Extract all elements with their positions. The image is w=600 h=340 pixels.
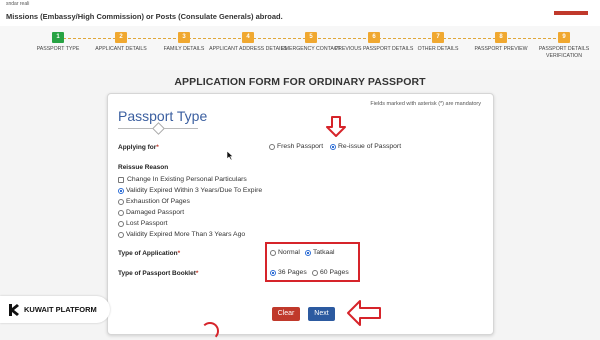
- step-number: 3: [178, 32, 190, 43]
- passport-type-card: Fields marked with asterisk (*) are mand…: [107, 93, 494, 340]
- radio-reason-3[interactable]: [118, 209, 124, 216]
- clear-button[interactable]: Clear: [272, 307, 300, 321]
- reason-label: Validity Expired More Than 3 Years Ago: [126, 231, 246, 238]
- radio-reason-2[interactable]: [118, 198, 124, 205]
- brand-name: KUWAIT PLATFORM: [24, 305, 97, 314]
- mouse-cursor-icon: [226, 150, 234, 161]
- divider-ornament-icon: [152, 122, 165, 135]
- brand-badge: KUWAIT PLATFORM: [0, 296, 110, 323]
- mandatory-note: Fields marked with asterisk (*) are mand…: [370, 101, 481, 107]
- reason-validity-within-3-years[interactable]: Validity Expired Within 3 Years/Due To E…: [118, 187, 262, 194]
- application-type-label: Type of Application*: [118, 250, 180, 257]
- step-passport-preview[interactable]: 8 PASSPORT PREVIEW: [461, 32, 541, 53]
- step-verification[interactable]: 9 PASSPORT DETAILS VERIFICATION: [531, 32, 597, 60]
- notice-accent: [554, 11, 588, 15]
- top-strip-text: sndar reali: [6, 1, 30, 7]
- reason-label: Exhaustion Of Pages: [126, 198, 190, 205]
- top-strip: sndar reali: [0, 0, 600, 9]
- reason-exhaustion-of-pages[interactable]: Exhaustion Of Pages: [118, 198, 190, 205]
- highlight-box: [265, 242, 360, 282]
- booklet-type-label: Type of Passport Booklet*: [118, 270, 198, 277]
- notice-text: Missions (Embassy/High Commission) or Po…: [6, 12, 283, 21]
- radio-reason-1[interactable]: [118, 187, 124, 194]
- form-title: APPLICATION FORM FOR ORDINARY PASSPORT: [174, 76, 426, 88]
- step-label: PASSPORT DETAILS VERIFICATION: [538, 46, 590, 59]
- fresh-passport-radio[interactable]: Fresh Passport: [269, 143, 323, 150]
- reason-label: Validity Expired Within 3 Years/Due To E…: [126, 187, 263, 194]
- step-number: 4: [242, 32, 254, 43]
- step-number: 9: [558, 32, 570, 43]
- reason-label: Damaged Passport: [126, 209, 185, 216]
- required-asterisk: *: [177, 250, 181, 257]
- radio-fresh[interactable]: [269, 143, 275, 150]
- step-number: 6: [368, 32, 380, 43]
- booklet-type-label-text: Type of Passport Booklet: [118, 270, 196, 277]
- step-number: 7: [432, 32, 444, 43]
- reissue-passport-label: Re-issue of Passport: [338, 143, 402, 150]
- reason-validity-more-than-3-years[interactable]: Validity Expired More Than 3 Years Ago: [118, 231, 245, 238]
- step-number: 2: [115, 32, 127, 43]
- radio-reason-4[interactable]: [118, 220, 124, 227]
- kuwait-platform-logo-icon: [9, 303, 19, 316]
- step-number: 1: [52, 32, 64, 43]
- change-particulars-checkbox[interactable]: Change In Existing Personal Particulars: [118, 176, 247, 183]
- application-type-label-text: Type of Application: [118, 250, 178, 257]
- reissue-passport-radio[interactable]: Re-issue of Passport: [330, 143, 401, 150]
- step-number: 5: [305, 32, 317, 43]
- reissue-reason-label: Reissue Reason: [118, 164, 169, 171]
- applying-for-label: Applying for*: [118, 144, 159, 151]
- checkbox-label: Change In Existing Personal Particulars: [127, 176, 247, 183]
- next-button[interactable]: Next: [308, 307, 335, 321]
- checkbox-box[interactable]: [118, 176, 124, 183]
- notice-bar: Missions (Embassy/High Commission) or Po…: [0, 9, 600, 27]
- reason-lost-passport[interactable]: Lost Passport: [118, 220, 168, 227]
- step-number: 8: [495, 32, 507, 43]
- section-title: Passport Type: [118, 108, 208, 124]
- reason-label: Lost Passport: [126, 220, 168, 227]
- partial-red-mark: [201, 322, 219, 340]
- fresh-passport-label: Fresh Passport: [277, 143, 324, 150]
- applying-for-label-text: Applying for: [118, 144, 157, 151]
- step-progress: 1 PASSPORT TYPE 2 APPLICANT DETAILS 3 FA…: [0, 26, 600, 70]
- radio-reason-5[interactable]: [118, 231, 124, 238]
- step-label: PASSPORT PREVIEW: [474, 46, 528, 52]
- required-asterisk: *: [195, 270, 199, 277]
- arrow-down-icon: [326, 116, 346, 137]
- required-asterisk: *: [156, 144, 159, 151]
- section-divider: [118, 122, 198, 135]
- radio-reissue[interactable]: [330, 143, 336, 150]
- reason-damaged-passport[interactable]: Damaged Passport: [118, 209, 184, 216]
